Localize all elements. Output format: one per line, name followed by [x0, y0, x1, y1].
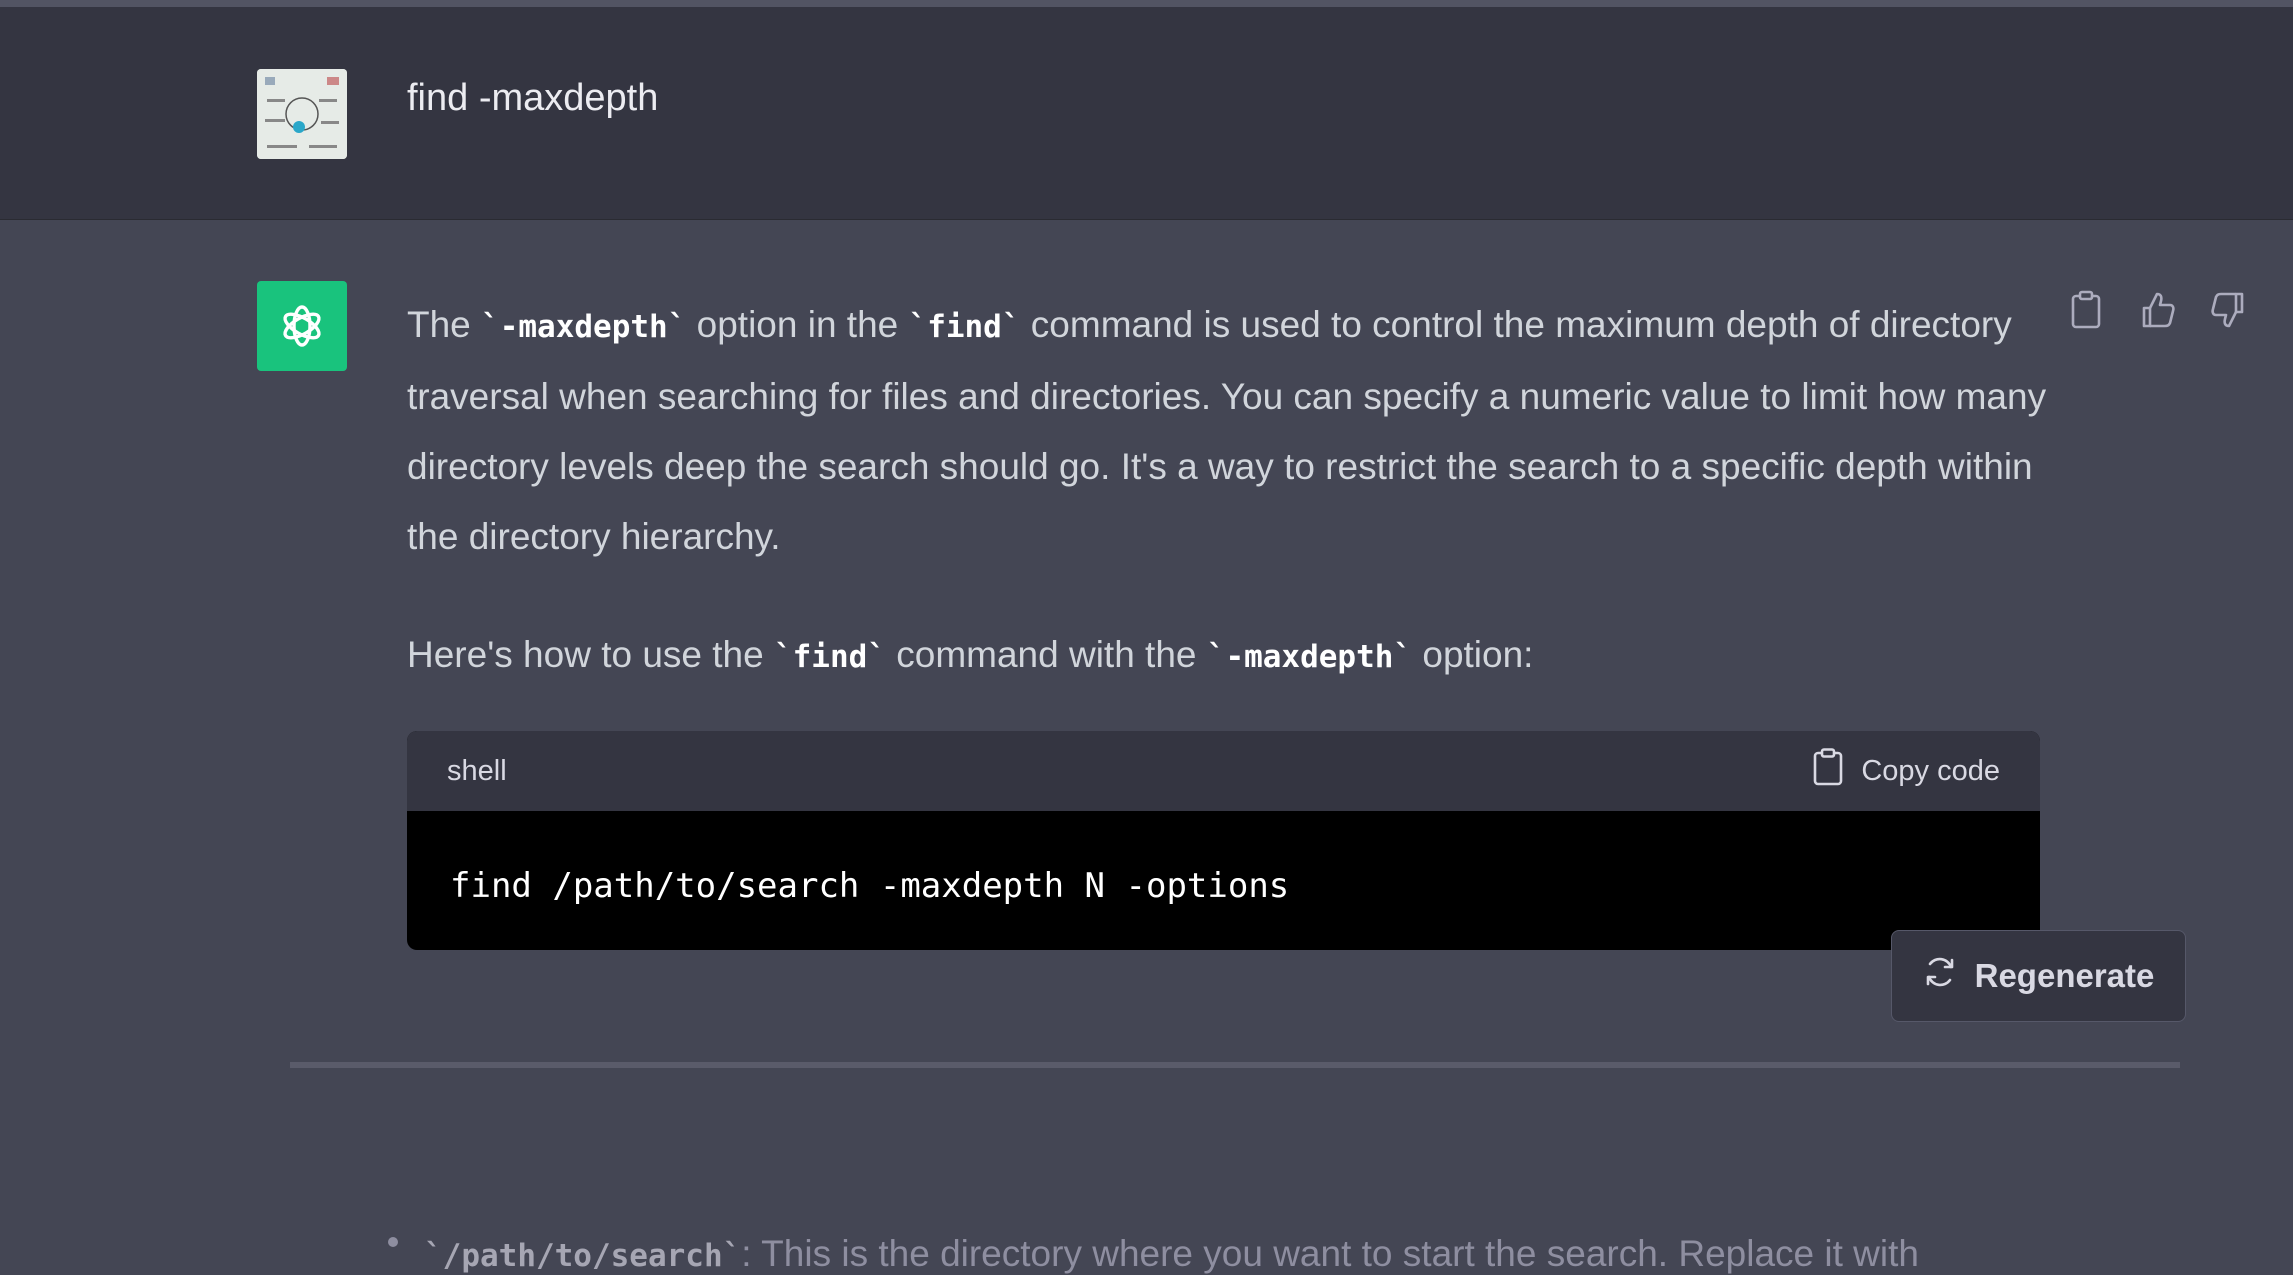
user-avatar — [257, 69, 347, 159]
text-span: The — [407, 304, 482, 345]
refresh-icon — [1923, 955, 1957, 997]
message-paragraph-2: Here's how to use the `find` command wit… — [407, 620, 2047, 692]
inline-code: `-maxdepth` — [1206, 639, 1413, 675]
message-actions — [2070, 290, 2244, 330]
text-span: option in the — [686, 304, 909, 345]
code-content: find /path/to/search -maxdepth N -option… — [450, 866, 1290, 906]
input-area-edge — [290, 1062, 2180, 1068]
code-block-header: shell Copy code — [407, 731, 2040, 811]
thumbs-down-icon[interactable] — [2210, 290, 2244, 330]
inline-code: `find` — [908, 309, 1021, 345]
inline-code: `find` — [773, 639, 886, 675]
text-span: command with the — [885, 634, 1207, 675]
assistant-message-body: The `-maxdepth` option in the `find` com… — [407, 290, 2047, 692]
text-span: : This is the directory where you want t… — [741, 1233, 1919, 1274]
text-span: option: — [1412, 634, 1534, 675]
bullet-dot — [388, 1237, 398, 1248]
list-item: `/path/to/search`: This is the directory… — [388, 1233, 1919, 1275]
code-language-label: shell — [447, 754, 507, 787]
text-span: Here's how to use the — [407, 634, 774, 675]
openai-logo-icon — [257, 281, 347, 371]
top-divider — [0, 0, 2293, 7]
message-paragraph-1: The `-maxdepth` option in the `find` com… — [407, 290, 2047, 572]
copy-code-label: Copy code — [1861, 754, 2000, 787]
clipboard-icon[interactable] — [2070, 290, 2102, 330]
regenerate-label: Regenerate — [1974, 957, 2155, 994]
clipboard-icon — [1813, 748, 1843, 794]
user-message-text: find -maxdepth — [407, 77, 659, 119]
copy-code-button[interactable]: Copy code — [1813, 748, 2000, 794]
code-block: shell Copy code find /path/to/search -ma… — [407, 731, 2040, 950]
thumbs-up-icon[interactable] — [2140, 290, 2175, 330]
inline-code: `-maxdepth` — [481, 309, 687, 345]
user-message-row: find -maxdepth — [0, 7, 2293, 220]
regenerate-button[interactable]: Regenerate — [1891, 930, 2186, 1022]
inline-code: `/path/to/search` — [424, 1238, 742, 1274]
